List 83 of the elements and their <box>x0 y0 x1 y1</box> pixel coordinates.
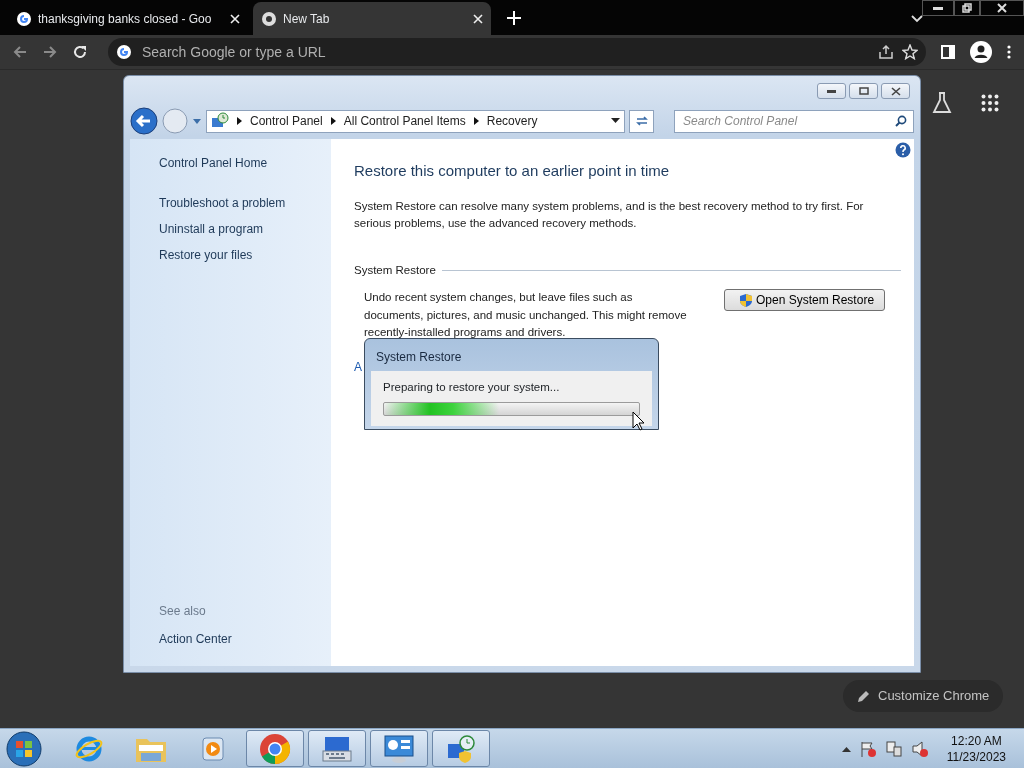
browser-tab[interactable]: thanksgiving banks closed - Goo <box>8 2 248 35</box>
mouse-cursor <box>632 411 645 431</box>
breadcrumb-item[interactable]: All Control Panel Items <box>343 112 466 130</box>
sidebar-link[interactable]: Control Panel Home <box>159 154 331 172</box>
help-icon[interactable] <box>895 142 911 158</box>
intro-text: System Restore can resolve many system problems, and is the best recovery method to try first. For serious problems, use the advanced recovery methods. <box>354 198 865 231</box>
reload-icon[interactable] <box>72 44 88 60</box>
sidebar-link[interactable]: Action Center <box>159 630 331 648</box>
recovery-icon <box>445 733 477 764</box>
start-button[interactable] <box>4 729 44 768</box>
control-panel-icon <box>383 733 415 764</box>
close-button[interactable] <box>881 83 910 99</box>
dropdown-icon[interactable] <box>611 118 620 124</box>
advanced-link[interactable]: A <box>354 358 362 376</box>
clock[interactable]: 12:20 AM 11/23/2023 <box>946 732 1006 765</box>
forward-icon[interactable] <box>42 44 58 60</box>
section-title: System Restore <box>354 263 436 278</box>
address-bar[interactable]: Search Google or type a URL <box>108 38 926 66</box>
clock-date: 11/23/2023 <box>946 748 1006 765</box>
open-system-restore-button[interactable]: Open System Restore <box>724 289 886 312</box>
restore-icon <box>962 3 972 13</box>
close-button[interactable] <box>980 0 1024 16</box>
close-icon[interactable] <box>230 13 240 24</box>
close-icon <box>997 3 1007 13</box>
keyboard-icon <box>321 734 353 763</box>
close-icon[interactable] <box>473 13 483 24</box>
status-message: Preparing to restore your system... <box>383 380 561 395</box>
refresh-icon <box>634 115 649 127</box>
clock-time: 12:20 AM <box>950 732 1003 749</box>
control-panel-icon <box>211 112 229 130</box>
profile-icon[interactable] <box>970 41 992 63</box>
google-icon <box>16 10 32 27</box>
sidebar-link[interactable]: Troubleshoot a problem <box>159 194 331 212</box>
volume-icon[interactable] <box>910 739 929 758</box>
dialog-title: System Restore <box>375 349 463 366</box>
flask-icon[interactable] <box>932 92 952 114</box>
new-tab-icon[interactable] <box>507 11 521 25</box>
taskbar-button[interactable] <box>308 730 366 767</box>
section-description: Undo recent system changes, but leave files such as documents, pictures, and music unchanged. This might remove recently-installed programs and drivers. <box>364 290 688 340</box>
restore-button[interactable] <box>954 0 980 16</box>
flag-icon[interactable] <box>858 739 877 758</box>
separator-icon <box>330 117 336 125</box>
share-icon[interactable] <box>878 44 894 60</box>
close-icon <box>890 86 901 96</box>
minimize-button[interactable] <box>922 0 954 16</box>
shield-icon <box>739 292 753 308</box>
apps-icon[interactable] <box>981 94 999 112</box>
chrome-icon <box>261 10 277 27</box>
customize-chrome-button[interactable]: Customize Chrome <box>843 680 1004 712</box>
back-icon[interactable] <box>12 44 28 60</box>
minimize-icon <box>827 89 836 93</box>
taskbar-button[interactable] <box>246 730 304 767</box>
breadcrumb-bar[interactable]: Control Panel All Control Panel Items Recovery <box>206 109 625 133</box>
maximize-button[interactable] <box>849 83 878 99</box>
page-heading: Restore this computer to an earlier point in time <box>354 161 671 181</box>
back-icon[interactable] <box>130 107 158 135</box>
taskbar-button[interactable] <box>370 730 428 767</box>
browser-tab[interactable]: New Tab <box>253 2 491 35</box>
separator-icon <box>237 117 242 125</box>
network-icon[interactable] <box>884 739 903 758</box>
separator-icon <box>473 117 479 125</box>
chrome-icon <box>259 732 291 765</box>
media-player-icon <box>199 734 227 763</box>
refresh-button[interactable] <box>629 109 654 133</box>
breadcrumb-item[interactable]: Recovery <box>486 112 538 130</box>
maximize-icon <box>858 87 869 95</box>
show-hidden-icon[interactable] <box>841 745 851 752</box>
search-icon[interactable] <box>895 115 907 127</box>
taskbar-button[interactable] <box>432 730 490 767</box>
pencil-icon <box>857 689 870 703</box>
menu-icon[interactable] <box>1006 44 1012 60</box>
tab-search-icon[interactable] <box>911 15 923 23</box>
star-icon[interactable] <box>902 44 918 60</box>
search-box[interactable]: Search Control Panel <box>674 109 914 133</box>
google-icon <box>116 44 132 60</box>
minimize-icon <box>933 6 943 10</box>
minimize-button[interactable] <box>817 83 846 99</box>
sidebar-link[interactable]: Restore your files <box>159 246 331 264</box>
search-field[interactable]: Search Control Panel <box>681 111 895 131</box>
sidebar-link[interactable]: Uninstall a program <box>159 220 331 238</box>
see-also-label: See also <box>159 603 207 620</box>
breadcrumb-item[interactable]: Control Panel <box>250 112 323 130</box>
side-panel-icon[interactable] <box>940 44 956 60</box>
